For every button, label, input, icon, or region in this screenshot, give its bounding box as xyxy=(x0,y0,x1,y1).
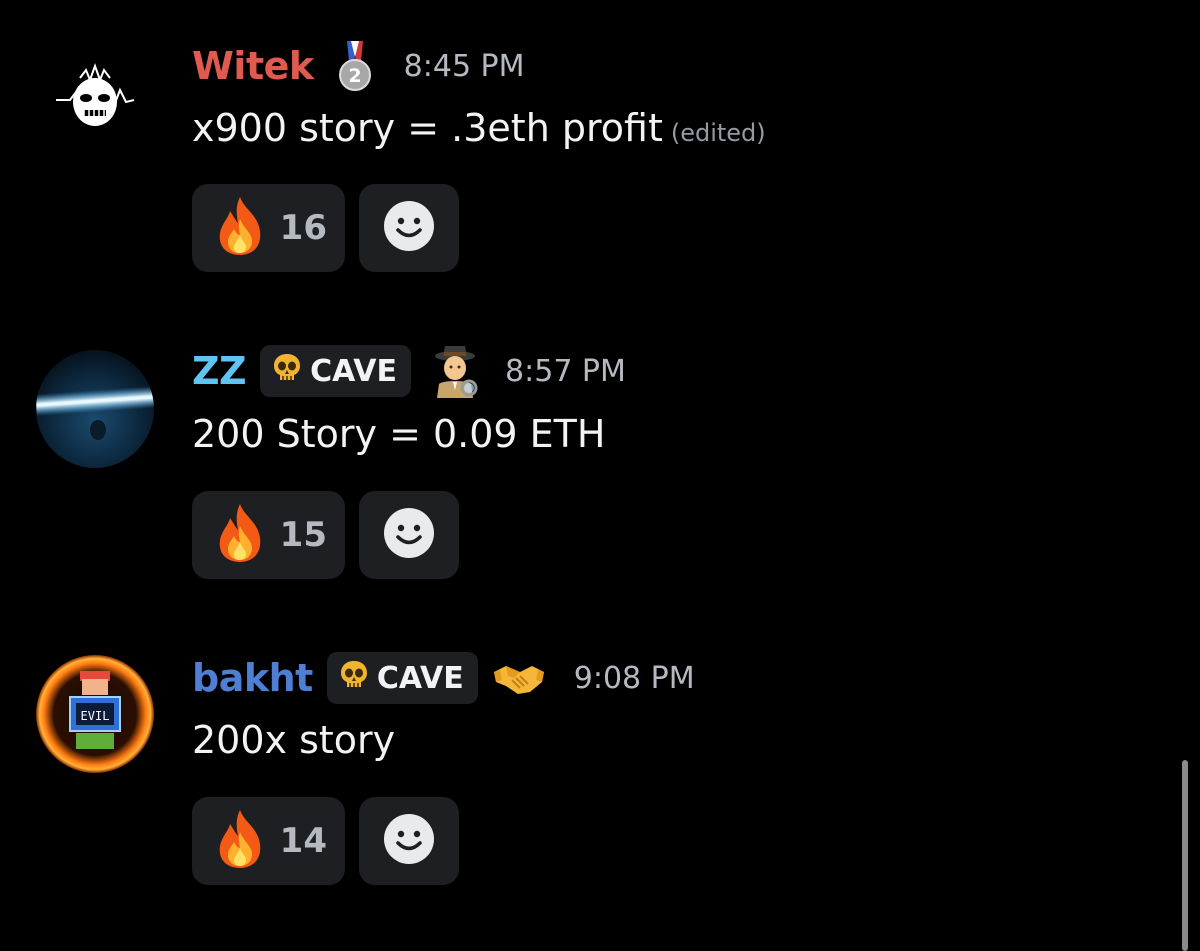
message-text: 200 Story = 0.09 ETH xyxy=(192,412,606,456)
add-reaction-button[interactable] xyxy=(359,491,459,579)
handshake-icon xyxy=(492,658,546,698)
fire-reaction-button[interactable]: 16 xyxy=(192,184,345,272)
detective-icon xyxy=(433,344,479,398)
add-reaction-button[interactable] xyxy=(359,184,459,272)
avatar[interactable] xyxy=(36,40,154,158)
avatar[interactable] xyxy=(36,350,154,468)
fire-icon xyxy=(214,808,266,874)
smiley-face-icon xyxy=(383,200,435,256)
edited-label: (edited) xyxy=(670,119,766,147)
add-reaction-button[interactable] xyxy=(359,797,459,885)
svg-text:EVIL: EVIL xyxy=(81,709,110,723)
reaction-count: 15 xyxy=(279,515,327,555)
role-label: CAVE xyxy=(376,660,464,696)
username[interactable]: ZZ xyxy=(192,349,247,393)
username[interactable]: Witek xyxy=(192,44,314,88)
message-header: ZZ CAVE 8:57 PM xyxy=(192,343,626,399)
smiley-face-icon xyxy=(383,507,435,563)
skull-icon xyxy=(272,353,302,389)
timestamp: 9:08 PM xyxy=(573,660,695,696)
timestamp: 8:45 PM xyxy=(403,48,525,84)
avatar[interactable]: EVIL xyxy=(36,655,154,773)
message-content: 200x story xyxy=(192,718,395,762)
timestamp: 8:57 PM xyxy=(505,353,626,389)
role-badge[interactable]: CAVE xyxy=(260,345,412,397)
reaction-bar: 15 xyxy=(192,491,459,579)
username[interactable]: bakht xyxy=(192,656,313,700)
message-header: bakht CAVE 9:08 PM xyxy=(192,650,695,706)
role-label: CAVE xyxy=(310,353,398,389)
scrollbar[interactable] xyxy=(1182,760,1188,951)
reaction-bar: 16 xyxy=(192,184,459,272)
fire-icon xyxy=(214,502,266,568)
reaction-count: 14 xyxy=(279,821,327,861)
silver-medal-2-icon: 2 xyxy=(336,39,374,93)
fire-reaction-button[interactable]: 14 xyxy=(192,797,345,885)
message-content: 200 Story = 0.09 ETH xyxy=(192,412,605,456)
skull-icon xyxy=(339,660,369,696)
fire-icon xyxy=(214,195,266,261)
message-content: x900 story = .3eth profit (edited) xyxy=(192,106,766,150)
message-text: 200x story xyxy=(192,718,396,762)
reaction-count: 16 xyxy=(279,208,327,248)
message-header: Witek 2 8:45 PM xyxy=(192,38,525,94)
message-text: x900 story = .3eth profit xyxy=(192,106,663,150)
reaction-bar: 14 xyxy=(192,797,459,885)
role-badge[interactable]: CAVE xyxy=(326,652,478,704)
svg-text:2: 2 xyxy=(348,65,361,87)
fire-reaction-button[interactable]: 15 xyxy=(192,491,345,579)
smiley-face-icon xyxy=(383,813,435,869)
